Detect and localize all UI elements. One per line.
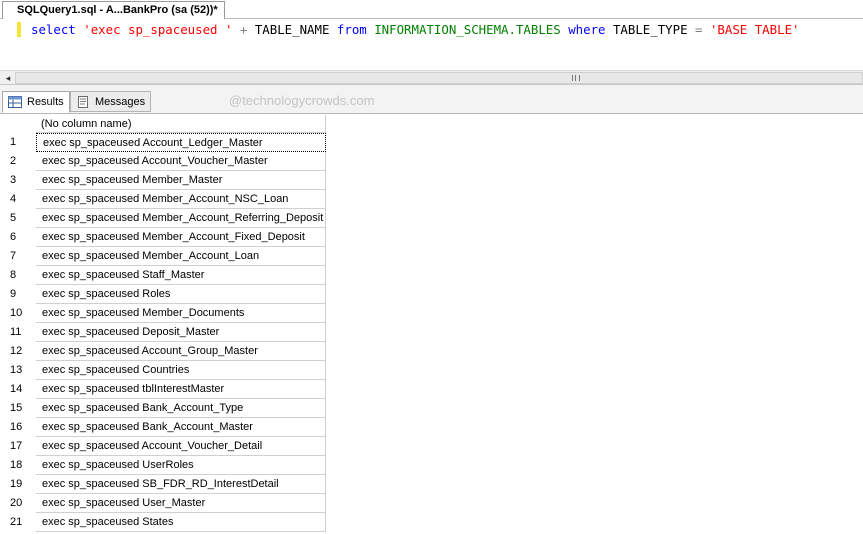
code-token: select xyxy=(31,22,76,37)
row-number[interactable]: 1 xyxy=(3,133,36,152)
table-cell[interactable]: exec sp_spaceused Deposit_Master xyxy=(36,323,326,342)
scrollbar-grip-icon xyxy=(572,75,580,81)
table-row[interactable]: 3 exec sp_spaceused Member_Master xyxy=(3,171,326,190)
table-cell[interactable]: exec sp_spaceused Member_Documents xyxy=(36,304,326,323)
table-row[interactable]: 17 exec sp_spaceused Account_Voucher_Deta… xyxy=(3,437,326,456)
row-number[interactable]: 4 xyxy=(3,190,36,209)
table-row[interactable]: 1 exec sp_spaceused Account_Ledger_Master xyxy=(3,133,326,152)
row-number[interactable]: 8 xyxy=(3,266,36,285)
table-cell[interactable]: exec sp_spaceused Account_Group_Master xyxy=(36,342,326,361)
table-row[interactable]: 19 exec sp_spaceused SB_FDR_RD_InterestDe… xyxy=(3,475,326,494)
row-number[interactable]: 20 xyxy=(3,494,36,513)
table-row[interactable]: 13 exec sp_spaceused Countries xyxy=(3,361,326,380)
editor-horizontal-scrollbar[interactable]: ◂ xyxy=(0,70,863,85)
table-cell[interactable]: exec sp_spaceused Account_Voucher_Master xyxy=(36,152,326,171)
code-token: 'BASE TABLE' xyxy=(709,22,800,37)
table-row[interactable]: 8 exec sp_spaceused Staff_Master xyxy=(3,266,326,285)
table-row[interactable]: 5 exec sp_spaceused Member_Account_Referr… xyxy=(3,209,326,228)
row-number[interactable]: 19 xyxy=(3,475,36,494)
table-cell[interactable]: exec sp_spaceused SB_FDR_RD_InterestDeta… xyxy=(36,475,326,494)
table-cell[interactable]: exec sp_spaceused tblInterestMaster xyxy=(36,380,326,399)
row-number[interactable]: 18 xyxy=(3,456,36,475)
table-row[interactable]: 20 exec sp_spaceused User_Master xyxy=(3,494,326,513)
table-row[interactable]: 11 exec sp_spaceused Deposit_Master xyxy=(3,323,326,342)
tab-messages-label: Messages xyxy=(95,96,146,108)
table-cell[interactable]: exec sp_spaceused Member_Account_Loan xyxy=(36,247,326,266)
query-code-line[interactable]: select 'exec sp_spaceused ' + TABLE_NAME… xyxy=(31,22,800,37)
row-number[interactable]: 9 xyxy=(3,285,36,304)
table-cell[interactable]: exec sp_spaceused Staff_Master xyxy=(36,266,326,285)
table-cell[interactable]: exec sp_spaceused Bank_Account_Master xyxy=(36,418,326,437)
table-cell[interactable]: exec sp_spaceused UserRoles xyxy=(36,456,326,475)
row-number[interactable]: 6 xyxy=(3,228,36,247)
tab-results[interactable]: Results xyxy=(2,91,70,113)
results-grid[interactable]: (No column name) 1 exec sp_spaceused Acco… xyxy=(3,115,326,532)
change-indicator-bar xyxy=(17,22,21,37)
table-cell[interactable]: exec sp_spaceused Countries xyxy=(36,361,326,380)
messages-icon xyxy=(78,96,88,108)
table-cell[interactable]: exec sp_spaceused Member_Account_NSC_Loa… xyxy=(36,190,326,209)
grid-icon xyxy=(8,96,22,108)
code-token: = xyxy=(695,22,703,37)
grid-header: (No column name) xyxy=(3,115,326,133)
table-cell[interactable]: exec sp_spaceused User_Master xyxy=(36,494,326,513)
query-document-tab[interactable]: SQLQuery1.sql - A...BankPro (sa (52))* xyxy=(2,1,225,19)
table-cell[interactable]: exec sp_spaceused Roles xyxy=(36,285,326,304)
grid-corner[interactable] xyxy=(3,115,36,133)
row-number[interactable]: 17 xyxy=(3,437,36,456)
row-number[interactable]: 11 xyxy=(3,323,36,342)
table-cell[interactable]: exec sp_spaceused Member_Master xyxy=(36,171,326,190)
row-number[interactable]: 15 xyxy=(3,399,36,418)
table-cell[interactable]: exec sp_spaceused Member_Account_Referri… xyxy=(36,209,326,228)
row-number[interactable]: 7 xyxy=(3,247,36,266)
table-row[interactable]: 18 exec sp_spaceused UserRoles xyxy=(3,456,326,475)
code-token: + xyxy=(232,22,255,37)
tab-results-label: Results xyxy=(27,96,64,108)
table-cell[interactable]: exec sp_spaceused Account_Voucher_Detail xyxy=(36,437,326,456)
scroll-left-arrow-icon[interactable]: ◂ xyxy=(1,72,15,85)
grid-rows: 1 exec sp_spaceused Account_Ledger_Master… xyxy=(3,133,326,532)
row-number[interactable]: 13 xyxy=(3,361,36,380)
row-number[interactable]: 14 xyxy=(3,380,36,399)
table-row[interactable]: 14 exec sp_spaceused tblInterestMaster xyxy=(3,380,326,399)
table-row[interactable]: 21 exec sp_spaceused States xyxy=(3,513,326,532)
code-token: from xyxy=(336,22,367,37)
code-token: TABLE_TYPE xyxy=(605,22,696,37)
row-number[interactable]: 21 xyxy=(3,513,36,532)
row-number[interactable]: 10 xyxy=(3,304,36,323)
code-token: 'exec sp_spaceused ' xyxy=(83,22,233,37)
scrollbar-thumb[interactable] xyxy=(15,72,863,84)
results-tab-strip: Results Messages @technologycrowds.com xyxy=(0,85,863,114)
row-number[interactable]: 12 xyxy=(3,342,36,361)
table-row[interactable]: 7 exec sp_spaceused Member_Account_Loan xyxy=(3,247,326,266)
row-number[interactable]: 5 xyxy=(3,209,36,228)
document-tab-strip: SQLQuery1.sql - A...BankPro (sa (52))* xyxy=(0,0,863,19)
code-token: TABLE_NAME xyxy=(254,22,330,37)
table-row[interactable]: 12 exec sp_spaceused Account_Group_Master xyxy=(3,342,326,361)
table-row[interactable]: 10 exec sp_spaceused Member_Documents xyxy=(3,304,326,323)
watermark: @technologycrowds.com xyxy=(229,93,375,108)
tab-messages[interactable]: Messages xyxy=(70,91,152,112)
table-row[interactable]: 4 exec sp_spaceused Member_Account_NSC_Lo… xyxy=(3,190,326,209)
table-row[interactable]: 16 exec sp_spaceused Bank_Account_Master xyxy=(3,418,326,437)
row-number[interactable]: 3 xyxy=(3,171,36,190)
table-row[interactable]: 9 exec sp_spaceused Roles xyxy=(3,285,326,304)
query-editor[interactable]: select 'exec sp_spaceused ' + TABLE_NAME… xyxy=(0,19,863,70)
table-row[interactable]: 15 exec sp_spaceused Bank_Account_Type xyxy=(3,399,326,418)
table-cell[interactable]: exec sp_spaceused Bank_Account_Type xyxy=(36,399,326,418)
row-number[interactable]: 2 xyxy=(3,152,36,171)
table-cell[interactable]: exec sp_spaceused States xyxy=(36,513,326,532)
code-token: where xyxy=(568,22,606,37)
table-row[interactable]: 2 exec sp_spaceused Account_Voucher_Maste… xyxy=(3,152,326,171)
row-number[interactable]: 16 xyxy=(3,418,36,437)
column-header[interactable]: (No column name) xyxy=(36,115,326,133)
table-cell[interactable]: exec sp_spaceused Account_Ledger_Master xyxy=(36,133,326,152)
table-cell[interactable]: exec sp_spaceused Member_Account_Fixed_D… xyxy=(36,228,326,247)
code-token: INFORMATION_SCHEMA.TABLES xyxy=(374,22,561,37)
table-row[interactable]: 6 exec sp_spaceused Member_Account_Fixed_… xyxy=(3,228,326,247)
